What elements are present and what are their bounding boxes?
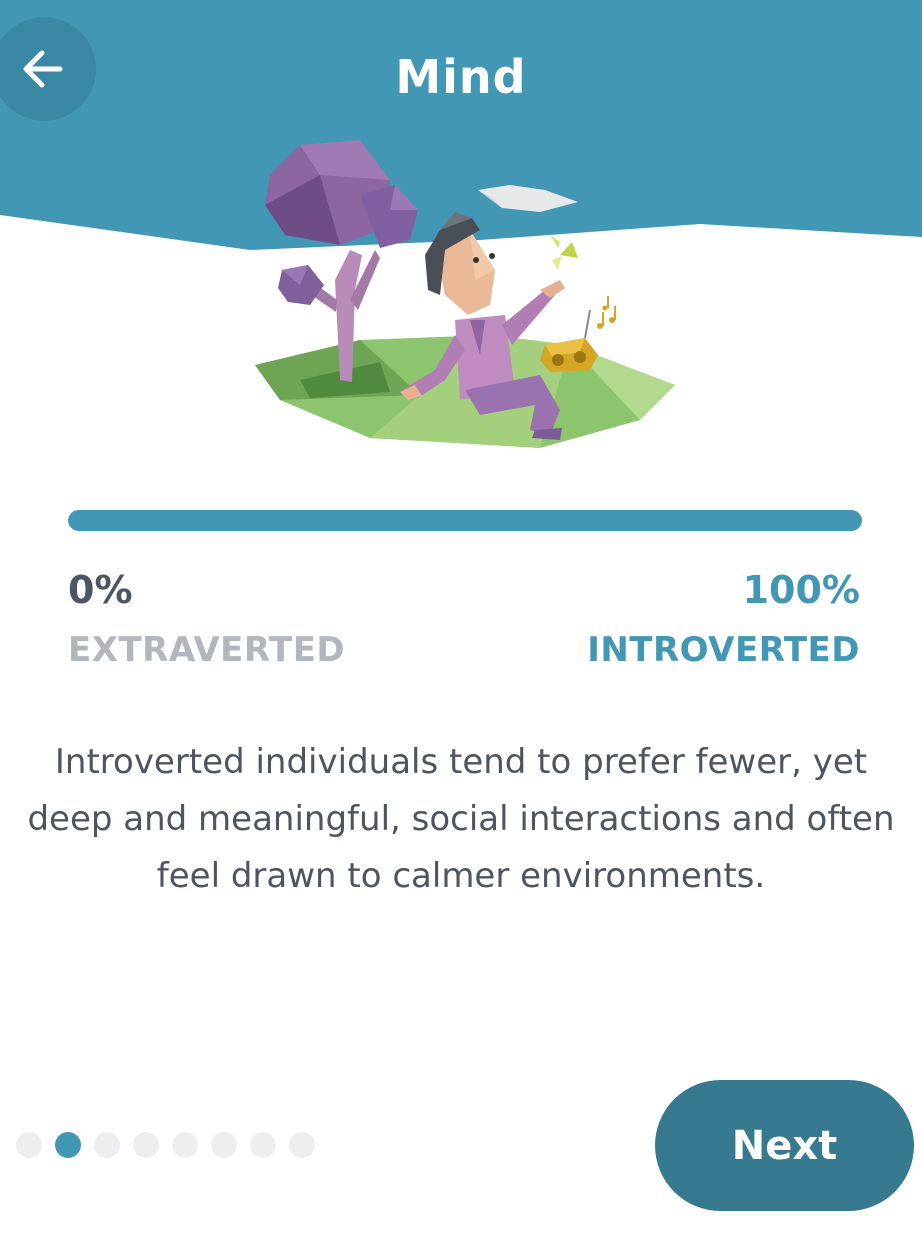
pagination-dot [16, 1132, 42, 1158]
pagination-dots [16, 1132, 315, 1158]
page-title: Mind [395, 50, 527, 104]
mind-progress-fill [68, 510, 862, 531]
next-button[interactable]: Next [655, 1080, 914, 1211]
pagination-dot [289, 1132, 315, 1158]
extraverted-label: EXTRAVERTED [68, 630, 346, 670]
introverted-percent: 100% [742, 568, 860, 612]
introverted-label: INTROVERTED [587, 630, 860, 670]
trait-description: Introverted individuals tend to prefer f… [27, 742, 895, 896]
pagination-dot [211, 1132, 237, 1158]
pagination-dot [55, 1132, 81, 1158]
extraverted-percent: 0% [68, 568, 133, 612]
pagination-dot [172, 1132, 198, 1158]
pagination-dot [250, 1132, 276, 1158]
cloud-icon [478, 185, 578, 212]
mind-illustration [255, 140, 675, 448]
pagination-dot [94, 1132, 120, 1158]
butterfly-icon [550, 235, 578, 270]
music-notes-icon [597, 296, 616, 329]
mind-progress-bar [68, 510, 862, 531]
pagination-dot [133, 1132, 159, 1158]
radio-icon [540, 309, 598, 372]
